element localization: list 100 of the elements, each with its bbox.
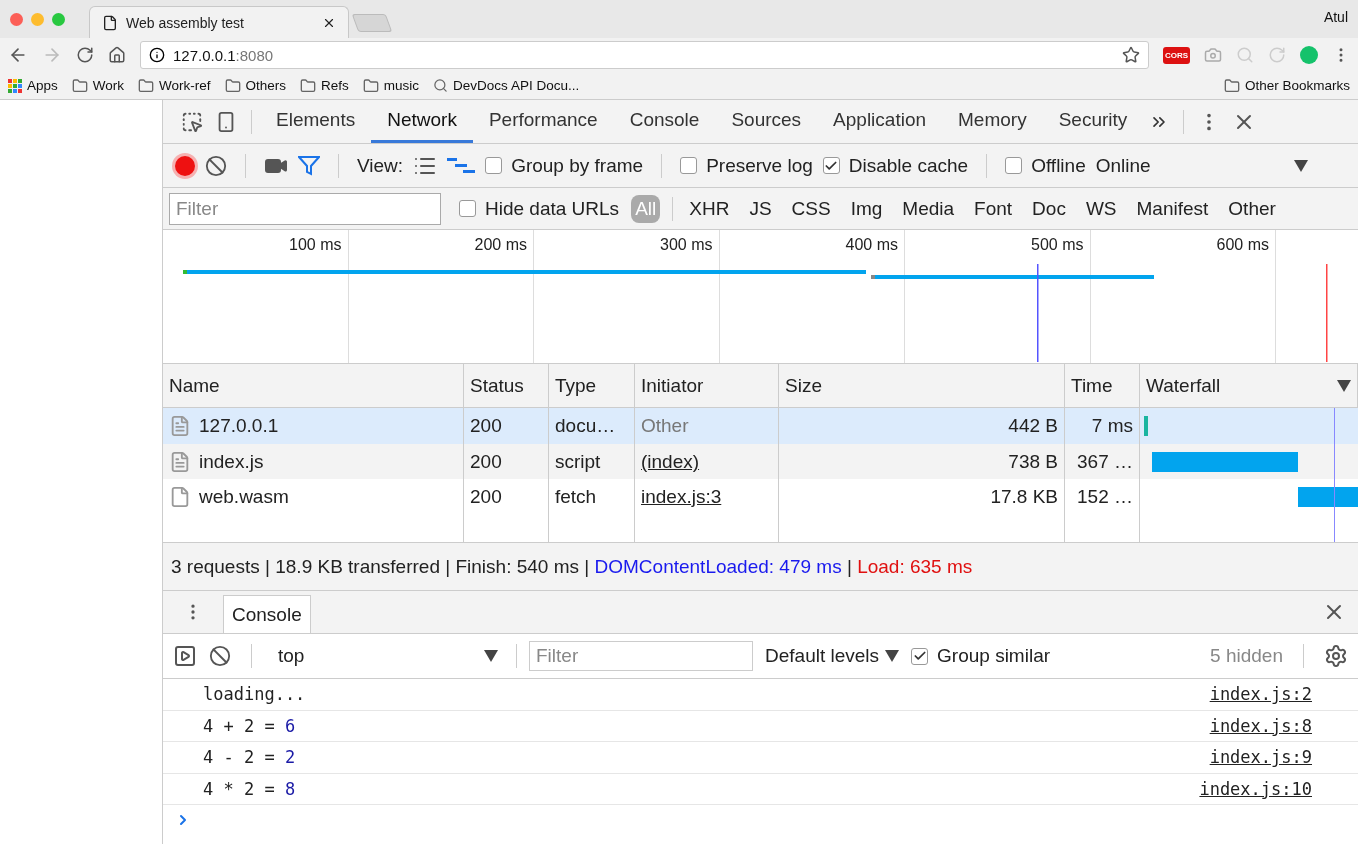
console-filter-input[interactable]: Filter [529, 641, 753, 671]
type-filter[interactable]: Doc [1028, 194, 1070, 223]
drawer-tab[interactable]: Console [223, 595, 311, 633]
bookmark[interactable]: Work-ref [138, 77, 211, 94]
folder-icon [1223, 77, 1240, 94]
source-link[interactable]: index.js:9 [1209, 747, 1312, 768]
type-filter[interactable]: Img [846, 194, 887, 223]
search-icon [433, 78, 449, 93]
info-icon[interactable] [149, 47, 165, 63]
panel-tab[interactable]: Application [817, 100, 943, 143]
panel-tab[interactable]: Memory [942, 100, 1043, 143]
type-filter[interactable]: Font [970, 194, 1017, 223]
checkbox[interactable] [459, 200, 476, 217]
checkbox[interactable] [1005, 157, 1023, 174]
table-cell: 17.8 KB [990, 485, 1058, 508]
settings-icon[interactable] [1324, 644, 1348, 668]
address-bar[interactable]: 127.0.0.1:8080 [140, 41, 1149, 69]
levels-dropdown[interactable]: Default levels [765, 645, 900, 667]
context-select[interactable]: top [272, 645, 504, 667]
time-tick: 600 ms [1216, 236, 1269, 255]
filter-input[interactable]: Filter [169, 192, 441, 225]
table-cell: 200 [470, 415, 502, 437]
clear-icon[interactable] [205, 154, 227, 177]
bookmark[interactable]: music [362, 77, 420, 94]
file-icon [169, 485, 191, 508]
option-label[interactable]: Preserve log [706, 154, 813, 177]
type-filter[interactable]: Manifest [1132, 194, 1213, 223]
option-label[interactable]: Offline [1031, 154, 1086, 177]
waterfall-bar [1144, 416, 1148, 436]
dropdown-arrow-icon [484, 650, 498, 662]
time-tick: 100 ms [289, 236, 342, 255]
type-filter[interactable]: JS [745, 194, 776, 223]
inspect-icon[interactable] [181, 110, 203, 133]
record-button[interactable] [175, 155, 195, 176]
panel-tab[interactable]: Elements [260, 100, 372, 143]
apps-grid-icon [8, 78, 22, 93]
table-cell: docu… [555, 415, 616, 437]
option-label[interactable]: Group by frame [511, 154, 644, 177]
type-filter[interactable]: Media [898, 194, 959, 223]
table-cell: 152 … [1077, 485, 1133, 508]
column-header[interactable]: Time [1065, 364, 1140, 408]
console-message: 4 - 2 = 2 [203, 747, 296, 768]
type-filter[interactable]: Other [1224, 194, 1280, 223]
table-cell[interactable]: index.js [199, 450, 264, 473]
option-label[interactable]: Hide data URLs [485, 197, 620, 220]
bookmark[interactable]: Other Bookmarks [1223, 77, 1350, 94]
throttling-select[interactable]: Online [1095, 154, 1151, 177]
bookmark[interactable]: Refs [300, 77, 349, 94]
table-cell: 200 [470, 450, 502, 473]
checkbox[interactable] [485, 157, 503, 174]
checkbox[interactable] [822, 157, 840, 174]
hidden-count: 5 hidden [1210, 645, 1283, 667]
sidebar-toggle-icon[interactable] [173, 644, 197, 668]
file-icon [169, 415, 191, 437]
extension-badge[interactable]: CORS [1162, 46, 1190, 64]
bookmark[interactable]: Work [71, 77, 125, 94]
initiator-link[interactable]: index.js:3 [641, 485, 722, 508]
star-icon[interactable] [1121, 46, 1140, 64]
console-message: 4 * 2 = 8 [203, 778, 296, 799]
clear-icon[interactable] [209, 645, 231, 667]
checkbox[interactable] [911, 647, 929, 665]
waterfall-view-icon[interactable] [447, 155, 476, 176]
source-link[interactable]: index.js:10 [1199, 778, 1312, 799]
home-icon[interactable] [108, 46, 126, 64]
time-tick: 500 ms [1031, 236, 1084, 255]
profile-name[interactable]: Atul [1323, 9, 1348, 25]
source-link[interactable]: index.js:2 [1209, 684, 1312, 705]
panel-tab[interactable]: Security [1042, 100, 1144, 143]
option-label[interactable]: Disable cache [848, 154, 969, 177]
panel-tab[interactable]: Sources [715, 100, 818, 143]
panel-tab[interactable]: Console [613, 100, 716, 143]
column-header[interactable]: Waterfall [1140, 364, 1358, 408]
option-label[interactable]: Group similar [937, 645, 1051, 667]
panel-tab[interactable]: Performance [472, 100, 614, 143]
type-filter[interactable]: WS [1081, 194, 1121, 223]
source-link[interactable]: index.js:8 [1209, 715, 1312, 736]
filter-icon[interactable] [298, 155, 320, 176]
column-header[interactable]: Name [163, 364, 464, 408]
summary-text: 3 requests | 18.9 KB transferred | Finish: 540 ms | DOMContentLoaded: 479 ms | Load: 635 ms [171, 555, 973, 578]
column-header[interactable]: Status [464, 364, 549, 408]
column-header[interactable]: Initiator [635, 364, 779, 408]
table-cell: Other [641, 415, 689, 437]
table-cell[interactable]: 127.0.0.1 [199, 415, 279, 437]
bookmark[interactable]: DevDocs API Docu... [433, 78, 580, 93]
time-tick: 300 ms [660, 236, 713, 255]
table-cell: script [555, 450, 601, 473]
bookmark[interactable]: Others [224, 77, 287, 94]
browser-tab[interactable]: Web assembly test [89, 6, 349, 38]
table-cell: 738 B [1008, 450, 1058, 473]
table-cell[interactable]: web.wasm [199, 485, 289, 508]
table-cell: 7 ms [1091, 415, 1133, 437]
column-header[interactable]: Size [779, 364, 1065, 408]
table-cell: 367 … [1077, 450, 1133, 473]
bookmark[interactable]: Apps [8, 78, 58, 93]
type-filter[interactable]: CSS [787, 194, 835, 223]
checkbox[interactable] [680, 157, 698, 174]
folder-icon [224, 77, 241, 94]
column-header[interactable]: Type [549, 364, 635, 408]
type-filter[interactable]: XHR [685, 194, 734, 223]
reload-icon[interactable] [76, 46, 94, 64]
